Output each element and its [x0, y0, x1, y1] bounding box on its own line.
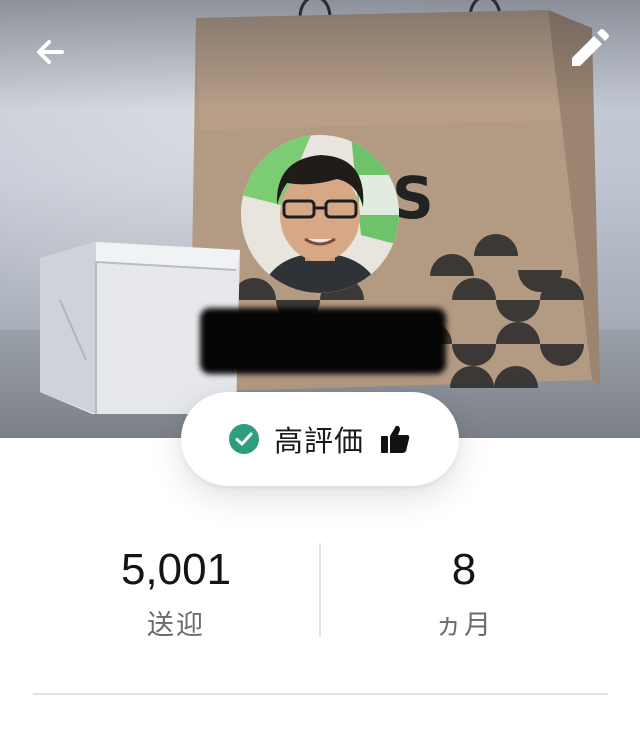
section-divider [33, 693, 608, 695]
cover-top-shade [0, 0, 640, 110]
cover-image: S [0, 0, 640, 438]
arrow-left-icon [37, 40, 64, 64]
stats-divider [319, 543, 321, 638]
avatar [241, 135, 399, 293]
rating-label: 高評価 [273, 424, 364, 458]
stat-trips-caption: 送迎 [147, 610, 205, 641]
profile-photo [241, 135, 399, 293]
thumbs-up-icon [378, 422, 412, 456]
pencil-icon [572, 29, 609, 66]
rating-badge: 高評価 [181, 392, 459, 486]
redacted-name [200, 308, 446, 374]
stat-months-value: 8 [451, 545, 477, 594]
stat-trips: 5,001 送迎 [76, 540, 276, 646]
stat-trips-value: 5,001 [120, 545, 232, 594]
check-circle-icon [228, 423, 260, 455]
stat-months: 8 ヵ月 [364, 540, 564, 646]
edit-profile-button[interactable] [566, 28, 610, 72]
stat-months-caption: ヵ月 [435, 610, 493, 641]
back-button[interactable] [28, 30, 72, 74]
